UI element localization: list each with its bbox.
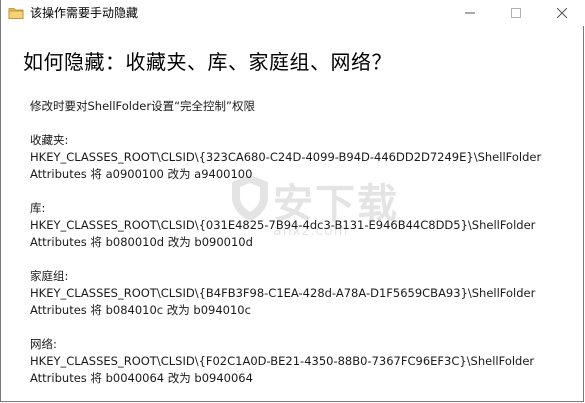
attributes-favorites: Attributes 将 a0900100 改为 a9400100 — [30, 167, 253, 181]
registry-key-network: HKEY_CLASSES_ROOT\CLSID\{F02C1A0D-BE21-4… — [30, 354, 535, 368]
section-label-network: 网络: — [30, 337, 57, 351]
section-label-favorites: 收藏夹: — [30, 133, 69, 147]
maximize-icon — [511, 8, 521, 18]
section-label-libraries: 库: — [30, 201, 46, 215]
close-icon — [557, 8, 567, 18]
window-title: 该操作需要手动隐藏 — [30, 6, 139, 20]
section-label-homegroup: 家庭组: — [30, 269, 69, 283]
attributes-network: Attributes 将 b0040064 改为 b0940064 — [30, 371, 253, 385]
intro-text: 修改时要对ShellFolder设置“完全控制”权限 — [30, 99, 256, 113]
page-title: 如何隐藏：收藏夹、库、家庭组、网络？ — [23, 50, 392, 74]
attributes-homegroup: Attributes 将 b084010c 改为 b094010c — [30, 303, 251, 317]
registry-key-favorites: HKEY_CLASSES_ROOT\CLSID\{323CA680-C24D-4… — [30, 150, 542, 164]
title-bar[interactable]: 该操作需要手动隐藏 — [1, 0, 585, 26]
minimize-icon — [465, 12, 475, 14]
folder-icon — [8, 5, 24, 21]
dialog-window: 该操作需要手动隐藏 如何隐藏：收藏夹、库、家庭组、网络？ 安下载 anxz.co… — [0, 0, 585, 402]
dialog-content: 如何隐藏：收藏夹、库、家庭组、网络？ 安下载 anxz.com 修改时要对She… — [1, 26, 585, 402]
close-button[interactable] — [539, 0, 585, 26]
registry-key-homegroup: HKEY_CLASSES_ROOT\CLSID\{B4FB3F98-C1EA-4… — [30, 286, 536, 300]
instructions-body: 修改时要对ShellFolder设置“完全控制”权限 收藏夹: HKEY_CLA… — [30, 98, 541, 387]
attributes-libraries: Attributes 将 b080010d 改为 b090010d — [30, 235, 253, 249]
minimize-button[interactable] — [447, 0, 493, 26]
registry-key-libraries: HKEY_CLASSES_ROOT\CLSID\{031E4825-7B94-4… — [30, 218, 536, 232]
maximize-button[interactable] — [493, 0, 539, 26]
